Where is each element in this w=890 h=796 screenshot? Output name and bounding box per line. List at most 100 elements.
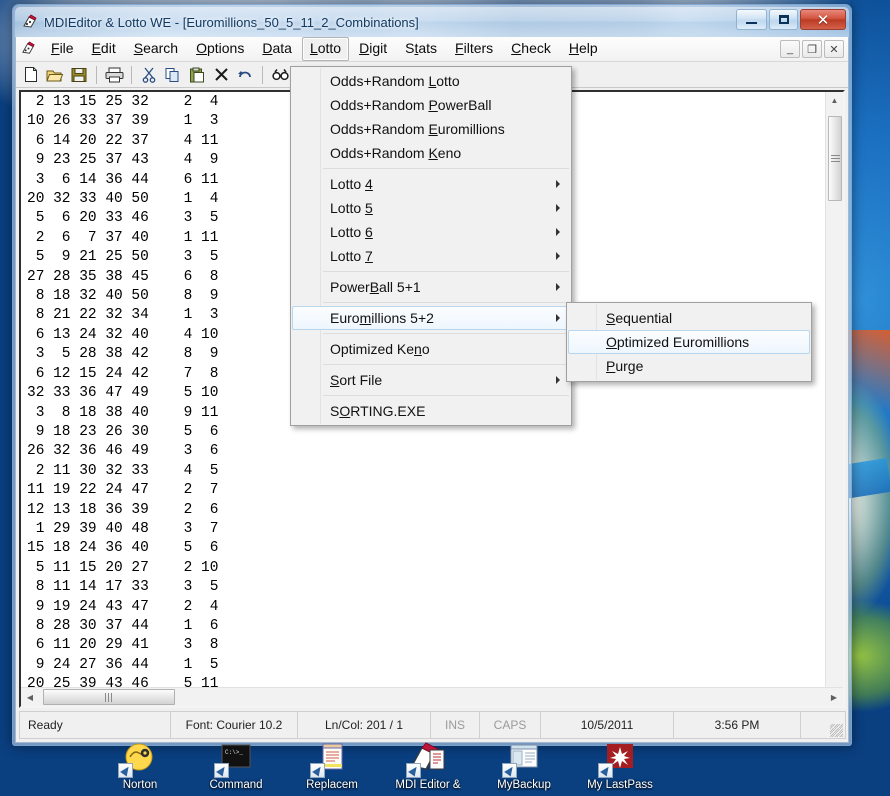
submenu-item-sequential[interactable]: Sequential <box>568 306 810 330</box>
taskbar-item-mdieditor[interactable]: MDI Editor & <box>380 740 476 791</box>
taskbar-item-lastpass[interactable]: My LastPass <box>572 740 668 791</box>
menu-item-label: Optimized Keno <box>330 341 430 357</box>
close-button[interactable]: ✕ <box>800 9 846 30</box>
status-ins: INS <box>430 711 480 739</box>
menu-separator <box>323 333 569 334</box>
taskbar-label: Norton <box>122 779 158 791</box>
menu-item-odds-random-powerball[interactable]: Odds+Random PowerBall <box>292 93 570 117</box>
find-icon[interactable] <box>269 64 291 85</box>
text-row: 8 28 30 37 44 1 6 <box>27 617 219 634</box>
menu-item-sorting-exe[interactable]: SORTING.EXE <box>292 399 570 423</box>
horizontal-scrollbar[interactable]: ◀ ▶ <box>21 687 843 706</box>
submenu-item-label: Purge <box>606 358 644 374</box>
menu-item-euromillions-5-2[interactable]: Euromillions 5+2 <box>292 306 570 330</box>
lotto-dropdown-menu: Odds+Random Lotto Odds+Random PowerBall Od… <box>290 66 572 426</box>
menu-separator <box>323 302 569 303</box>
menu-item-label: Lotto 5 <box>330 200 373 216</box>
menu-separator <box>323 168 569 169</box>
menu-item-powerball-5-1[interactable]: PowerBall 5+1 <box>292 275 570 299</box>
cut-icon[interactable] <box>138 64 160 85</box>
text-row: 20 25 39 43 46 5 11 <box>27 676 219 687</box>
mdi-restore-button[interactable]: ❐ <box>802 40 822 58</box>
menu-item-label: Odds+Random PowerBall <box>330 97 492 113</box>
backup-window-icon <box>502 742 546 778</box>
submenu-item-label: Sequential <box>606 310 673 326</box>
maximize-button[interactable] <box>769 9 798 30</box>
scroll-up-icon[interactable]: ▲ <box>826 92 843 109</box>
taskbar-item-mybackup[interactable]: MyBackup <box>476 740 572 791</box>
taskbar-label: Command <box>209 779 263 791</box>
vertical-scrollbar[interactable]: ▲ <box>825 92 843 687</box>
mdi-child-controls: _ ❐ ✕ <box>780 40 844 58</box>
print-icon[interactable] <box>103 64 125 85</box>
undo-icon[interactable] <box>234 64 256 85</box>
menu-separator <box>323 364 569 365</box>
menu-item-lotto-5[interactable]: Lotto 5 <box>292 196 570 220</box>
status-ready: Ready <box>19 711 171 739</box>
text-row: 1 29 39 40 48 3 7 <box>27 520 219 537</box>
submenu-item-optimized-euromillions[interactable]: Optimized Euromillions <box>568 330 810 354</box>
menu-file[interactable]: File <box>43 37 82 61</box>
vertical-scroll-thumb[interactable] <box>828 116 842 201</box>
shortcut-overlay-icon <box>406 763 421 778</box>
menu-help[interactable]: Help <box>561 37 606 61</box>
taskbar-item-command[interactable]: C:\>_ Command <box>188 740 284 791</box>
taskbar-label: MyBackup <box>497 779 551 791</box>
menu-check[interactable]: Check <box>503 37 559 61</box>
text-row: 2 11 30 32 33 4 5 <box>27 462 219 479</box>
resize-grip-icon[interactable] <box>830 724 843 737</box>
toolbar-separator <box>131 65 132 84</box>
minimize-button[interactable] <box>736 9 767 30</box>
menu-digit[interactable]: Digit <box>351 37 395 61</box>
menu-filters[interactable]: Filters <box>447 37 501 61</box>
title-bar[interactable]: MDIEditor & Lotto WE - [Euromillions_50_… <box>15 7 849 37</box>
text-row: 15 18 24 36 40 5 6 <box>27 540 219 557</box>
menu-item-optimized-keno[interactable]: Optimized Keno <box>292 337 570 361</box>
menu-data[interactable]: Data <box>254 37 300 61</box>
toolbar-separator <box>96 65 97 84</box>
mdi-close-button[interactable]: ✕ <box>824 40 844 58</box>
submenu-arrow-icon <box>556 228 560 236</box>
open-file-icon[interactable] <box>44 64 66 85</box>
status-caps: CAPS <box>479 711 541 739</box>
menu-item-label: Odds+Random Lotto <box>330 73 460 89</box>
shortcut-overlay-icon <box>310 763 325 778</box>
menu-options[interactable]: Options <box>188 37 252 61</box>
taskbar-item-replacem[interactable]: Replacem <box>284 740 380 791</box>
menu-item-label: Lotto 6 <box>330 224 373 240</box>
menu-item-odds-random-keno[interactable]: Odds+Random Keno <box>292 141 570 165</box>
euromillions-submenu: Sequential Optimized Euromillions Purge <box>566 302 812 382</box>
horizontal-scroll-thumb[interactable] <box>43 689 175 705</box>
save-file-icon[interactable] <box>68 64 90 85</box>
window-controls: ✕ <box>736 9 846 30</box>
submenu-item-purge[interactable]: Purge <box>568 354 810 378</box>
menu-item-lotto-4[interactable]: Lotto 4 <box>292 172 570 196</box>
menu-item-lotto-6[interactable]: Lotto 6 <box>292 220 570 244</box>
status-font: Font: Courier 10.2 <box>170 711 298 739</box>
delete-icon[interactable] <box>210 64 232 85</box>
new-file-icon[interactable] <box>20 64 42 85</box>
taskbar-item-norton[interactable]: Norton <box>92 740 188 791</box>
menu-item-label: Lotto 7 <box>330 248 373 264</box>
paste-icon[interactable] <box>186 64 208 85</box>
scroll-right-icon[interactable]: ▶ <box>825 688 843 706</box>
shortcut-overlay-icon <box>214 763 229 778</box>
mdi-minimize-button[interactable]: _ <box>780 40 800 58</box>
menu-item-odds-random-lotto[interactable]: Odds+Random Lotto <box>292 69 570 93</box>
copy-icon[interactable] <box>162 64 184 85</box>
menu-item-odds-random-euromillions[interactable]: Odds+Random Euromillions <box>292 117 570 141</box>
menu-search[interactable]: Search <box>126 37 186 61</box>
norton-icon <box>118 742 162 778</box>
menu-lotto[interactable]: Lotto <box>301 37 350 61</box>
command-prompt-icon: C:\>_ <box>214 742 258 778</box>
menu-item-sort-file[interactable]: Sort File <box>292 368 570 392</box>
menu-item-label: Odds+Random Keno <box>330 145 462 161</box>
menu-item-label: PowerBall 5+1 <box>330 279 421 295</box>
text-row: 5 11 15 20 27 2 10 <box>27 559 219 576</box>
menu-edit[interactable]: Edit <box>84 37 124 61</box>
text-row: 26 32 36 46 49 3 6 <box>27 443 219 460</box>
menu-item-lotto-7[interactable]: Lotto 7 <box>292 244 570 268</box>
menu-stats[interactable]: Stats <box>397 37 445 61</box>
menu-separator <box>323 395 569 396</box>
scroll-left-icon[interactable]: ◀ <box>21 688 39 706</box>
